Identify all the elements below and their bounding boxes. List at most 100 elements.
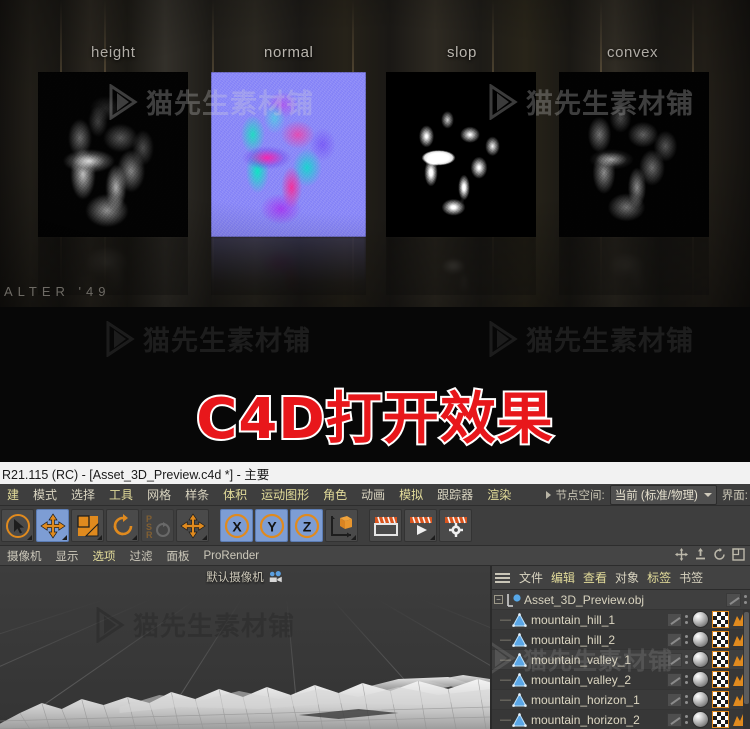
om-menu-edit[interactable]: 编辑: [547, 569, 579, 586]
tag-dots-icon[interactable]: [685, 695, 689, 704]
texture-tag-icon[interactable]: [712, 611, 729, 628]
c4d-viewport[interactable]: 默认摄像机 猫先生素材铺: [0, 566, 492, 729]
table-row[interactable]: — mountain_valley_2: [492, 670, 750, 690]
texture-tag-icon[interactable]: [712, 711, 729, 728]
object-name: mountain_horizon_2: [531, 712, 640, 727]
tag-dots-icon[interactable]: [685, 635, 689, 644]
phong-tag-icon[interactable]: [667, 612, 682, 627]
triangle-right-icon[interactable]: [545, 490, 551, 499]
menu-item-tools[interactable]: 工具: [102, 484, 140, 506]
om-menu-bookmarks[interactable]: 书签: [675, 569, 707, 586]
phong-tag-icon[interactable]: [667, 672, 682, 687]
scale-tool-button[interactable]: [71, 509, 104, 542]
y-axis-lock-button[interactable]: Y: [255, 509, 288, 542]
menu-item-mograph[interactable]: 运动图形: [254, 484, 316, 506]
viewport-menu-filter[interactable]: 过滤: [123, 548, 160, 564]
object-name: mountain_hill_2: [531, 632, 616, 647]
viewport-menu-panel[interactable]: 面板: [160, 548, 197, 564]
material-tag-icon[interactable]: [692, 711, 709, 728]
texture-tag-icon[interactable]: [712, 671, 729, 688]
phong-tag-icon[interactable]: [667, 712, 682, 727]
minus-box-icon[interactable]: −: [494, 595, 503, 604]
viewport-menu-display[interactable]: 显示: [49, 548, 86, 564]
object-root-row[interactable]: − Asset_3D_Preview.obj: [492, 590, 750, 610]
texture-tag-icon[interactable]: [712, 691, 729, 708]
viewport-menu-camera[interactable]: 摄像机: [0, 548, 49, 564]
watermark-text: 猫先生素材铺: [146, 89, 314, 120]
selection-tool-button[interactable]: [1, 509, 34, 542]
om-menu-file[interactable]: 文件: [515, 569, 547, 586]
material-tag-icon[interactable]: [692, 671, 709, 688]
viewport-menu-prorender[interactable]: ProRender: [197, 550, 267, 562]
node-space-value: 当前 (标准/物理): [614, 489, 698, 502]
x-axis-lock-button[interactable]: X: [220, 509, 253, 542]
table-row[interactable]: — mountain_hill_1: [492, 610, 750, 630]
coordinate-system-button[interactable]: [325, 509, 358, 542]
node-space-dropdown[interactable]: 当前 (标准/物理): [609, 484, 717, 505]
hamburger-menu-icon[interactable]: [495, 572, 510, 583]
polygon-object-icon: [512, 692, 527, 707]
material-tag-icon[interactable]: [692, 611, 709, 628]
menu-item-volume[interactable]: 体积: [216, 484, 254, 506]
svg-text:R: R: [146, 530, 153, 539]
table-row[interactable]: — mountain_horizon_1: [492, 690, 750, 710]
menu-item-character[interactable]: 角色: [316, 484, 354, 506]
dolly-icon[interactable]: [694, 547, 707, 564]
menu-item-mesh[interactable]: 网格: [140, 484, 178, 506]
render-view-button[interactable]: [369, 509, 402, 542]
play-triangle-logo-icon: [488, 83, 519, 120]
menu-item-spline[interactable]: 样条: [178, 484, 216, 506]
menu-item-tracker[interactable]: 跟踪器: [430, 484, 480, 506]
phong-tag-icon[interactable]: [726, 592, 741, 607]
svg-text:X: X: [232, 518, 242, 534]
rotate-tool-button[interactable]: [106, 509, 139, 542]
maximize-icon[interactable]: [732, 547, 745, 564]
menu-item-simulation[interactable]: 模拟: [392, 484, 430, 506]
pan-icon[interactable]: [675, 547, 688, 564]
object-manager-scrollbar[interactable]: [743, 610, 750, 729]
tag-dots-icon[interactable]: [685, 615, 689, 624]
menu-item-select[interactable]: 选择: [64, 484, 102, 506]
tag-dots-icon[interactable]: [685, 715, 689, 724]
psr-tool-button[interactable]: P S R: [141, 509, 174, 542]
watermark-text: 猫先生素材铺: [133, 612, 296, 642]
object-name: mountain_hill_1: [531, 612, 616, 627]
move-tool-button[interactable]: [36, 509, 69, 542]
table-row[interactable]: — mountain_valley_1: [492, 650, 750, 670]
texture-tag-icon[interactable]: [712, 631, 729, 648]
material-tag-icon[interactable]: [692, 651, 709, 668]
map-label-slop: slop: [447, 44, 477, 61]
material-tag-icon[interactable]: [692, 631, 709, 648]
table-row[interactable]: — mountain_hill_2: [492, 630, 750, 650]
om-menu-view[interactable]: 查看: [579, 569, 611, 586]
om-menu-objects[interactable]: 对象: [611, 569, 643, 586]
object-manager-panel: 文件 编辑 查看 对象 标签 书签 − Asset_3D_Preview.obj: [492, 566, 750, 729]
c4d-title-bar: R21.115 (RC) - [Asset_3D_Preview.c4d *] …: [0, 462, 750, 484]
tree-branch-icon: —: [500, 613, 511, 626]
render-settings-button[interactable]: [439, 509, 472, 542]
menu-item-render[interactable]: 渲染: [480, 484, 518, 506]
polygon-object-icon: [512, 672, 527, 687]
phong-tag-icon[interactable]: [667, 652, 682, 667]
menu-item-animation[interactable]: 动画: [354, 484, 392, 506]
table-row[interactable]: — mountain_horizon_2: [492, 710, 750, 729]
orbit-icon[interactable]: [713, 547, 726, 564]
phong-tag-icon[interactable]: [667, 692, 682, 707]
z-axis-lock-button[interactable]: Z: [290, 509, 323, 542]
tag-dots-icon[interactable]: [744, 595, 748, 604]
tree-branch-icon: —: [500, 693, 511, 706]
render-to-picture-viewer-button[interactable]: [404, 509, 437, 542]
tag-dots-icon[interactable]: [685, 675, 689, 684]
phong-tag-icon[interactable]: [667, 632, 682, 647]
om-menu-tags[interactable]: 标签: [643, 569, 675, 586]
menu-item-mode[interactable]: 模式: [26, 484, 64, 506]
world-move-tool-button[interactable]: [176, 509, 209, 542]
texture-tag-icon[interactable]: [712, 651, 729, 668]
viewport-menu-options[interactable]: 选项: [86, 548, 123, 564]
camera-label-text: 默认摄像机: [206, 572, 264, 584]
tree-branch-icon: —: [500, 653, 511, 666]
menu-item-create[interactable]: 建: [0, 484, 26, 506]
chevron-down-icon: [703, 492, 712, 497]
tag-dots-icon[interactable]: [685, 655, 689, 664]
material-tag-icon[interactable]: [692, 691, 709, 708]
